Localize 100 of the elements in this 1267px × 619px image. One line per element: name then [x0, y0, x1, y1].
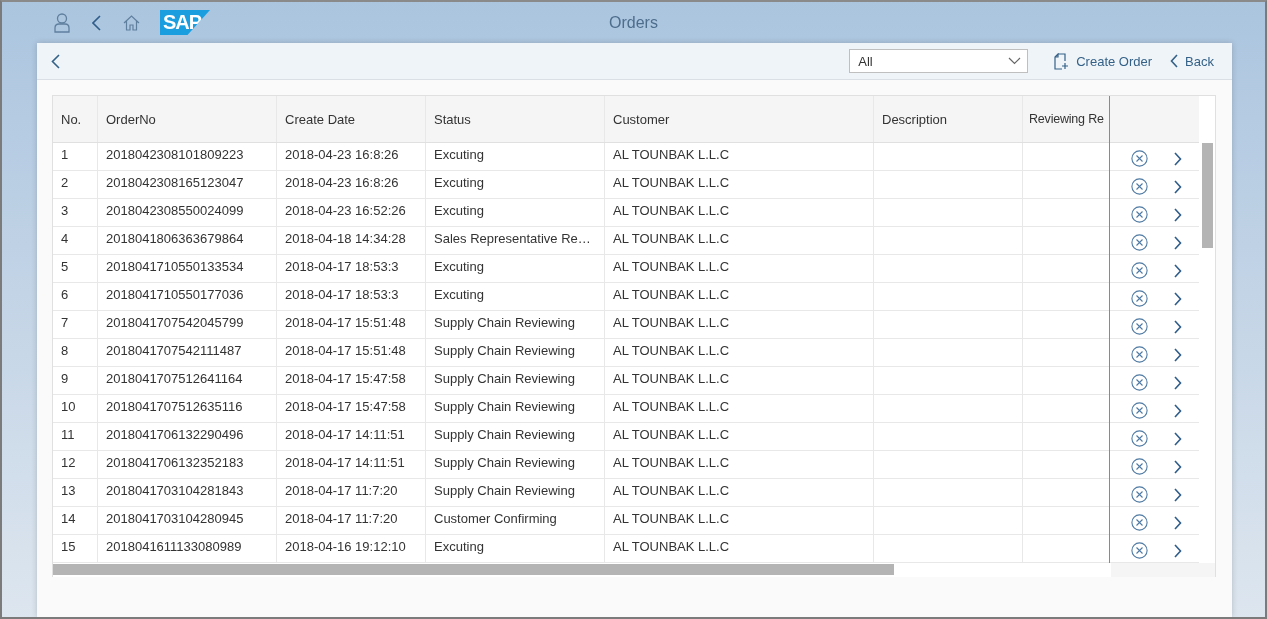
dropdown-caret-icon [1008, 57, 1022, 65]
chevron-right-icon[interactable] [1174, 263, 1182, 278]
cancel-icon[interactable] [1131, 458, 1148, 475]
table-cell: AL TOUNBAK L.L.C [613, 259, 730, 274]
table-cell: AL TOUNBAK L.L.C [613, 315, 730, 330]
table-cell: 2018042308165123047 [106, 175, 244, 190]
cancel-icon[interactable] [1131, 262, 1148, 279]
table-cell: AL TOUNBAK L.L.C [613, 147, 730, 162]
cancel-icon[interactable] [1131, 514, 1148, 531]
chevron-right-icon[interactable] [1174, 515, 1182, 530]
table-cell: 2018041703104280945 [106, 511, 244, 526]
table-cell: Excuting [434, 539, 484, 554]
table-cell: 2018-04-23 16:8:26 [285, 175, 399, 190]
table-cell: 10 [61, 399, 76, 414]
column-header: Create Date [285, 111, 356, 127]
chevron-right-icon[interactable] [1174, 151, 1182, 166]
table-cell: 4 [61, 231, 69, 246]
table-cell: 2018-04-23 16:8:26 [285, 147, 399, 162]
cancel-icon[interactable] [1131, 430, 1148, 447]
table-cell: 2018041703104281843 [106, 483, 244, 498]
cancel-icon[interactable] [1131, 346, 1148, 363]
table-cell: Excuting [434, 259, 484, 274]
back-icon[interactable] [92, 14, 101, 31]
table-cell: 3 [61, 203, 69, 218]
chevron-right-icon[interactable] [1174, 347, 1182, 362]
table-cell: 2018-04-17 14:11:51 [285, 427, 405, 442]
table-cell: 13 [61, 483, 76, 498]
table-cell: 15 [61, 539, 76, 554]
chevron-right-icon[interactable] [1174, 235, 1182, 250]
nav-back-icon[interactable] [51, 53, 60, 69]
cancel-icon[interactable] [1131, 234, 1148, 251]
table-cell: Supply Chain Reviewing [434, 399, 575, 414]
chevron-right-icon[interactable] [1174, 291, 1182, 306]
chevron-right-icon[interactable] [1174, 487, 1182, 502]
table-cell: 2018-04-17 11:7:20 [285, 511, 398, 526]
filter-dropdown[interactable]: All [849, 49, 1029, 73]
create-order-button[interactable]: Create Order [1048, 48, 1159, 74]
table-cell: AL TOUNBAK L.L.C [613, 399, 730, 414]
chevron-right-icon[interactable] [1174, 543, 1182, 558]
table-cell: Supply Chain Reviewing [434, 371, 575, 386]
cancel-icon[interactable] [1131, 150, 1148, 167]
table-cell: AL TOUNBAK L.L.C [613, 175, 730, 190]
new-document-icon [1054, 52, 1070, 70]
chevron-right-icon[interactable] [1174, 207, 1182, 222]
chevron-right-icon[interactable] [1174, 375, 1182, 390]
table-cell: 2018-04-23 16:52:26 [285, 203, 406, 218]
table-cell: AL TOUNBAK L.L.C [613, 203, 730, 218]
table-cell: 11 [61, 427, 75, 442]
column-header: OrderNo [106, 111, 156, 127]
table-cell: AL TOUNBAK L.L.C [613, 231, 730, 246]
table-cell: AL TOUNBAK L.L.C [613, 511, 730, 526]
chevron-right-icon[interactable] [1174, 431, 1182, 446]
table-cell: 2018042308550024099 [106, 203, 244, 218]
cancel-icon[interactable] [1131, 290, 1148, 307]
table-cell: 2018041611133080989 [106, 539, 242, 554]
table-cell: 2018041706132352183 [106, 455, 244, 470]
cancel-icon[interactable] [1131, 206, 1148, 223]
table-cell: Supply Chain Reviewing [434, 343, 575, 358]
table-cell: 2018041706132290496 [106, 427, 244, 442]
table-cell: 2018-04-17 18:53:3 [285, 287, 399, 302]
table-cell: 2018-04-17 11:7:20 [285, 483, 398, 498]
table-cell: 2018-04-17 14:11:51 [285, 455, 405, 470]
home-icon[interactable] [123, 14, 140, 31]
table-cell: AL TOUNBAK L.L.C [613, 371, 730, 386]
table-cell: 2018041707542045799 [106, 315, 244, 330]
table-cell: 12 [61, 455, 76, 470]
table-cell: Customer Confirming [434, 511, 557, 526]
table-cell: AL TOUNBAK L.L.C [613, 287, 730, 302]
table-cell: Excuting [434, 147, 484, 162]
table-cell: 2018-04-17 18:53:3 [285, 259, 399, 274]
table-cell: Excuting [434, 203, 484, 218]
chevron-right-icon[interactable] [1174, 459, 1182, 474]
chevron-right-icon[interactable] [1174, 319, 1182, 334]
cancel-icon[interactable] [1131, 402, 1148, 419]
caret-left-icon [1170, 54, 1179, 68]
chevron-right-icon[interactable] [1174, 403, 1182, 418]
column-header: Description [882, 111, 948, 127]
table-cell: 8 [61, 343, 69, 358]
cancel-icon[interactable] [1131, 486, 1148, 503]
cancel-icon[interactable] [1131, 374, 1148, 391]
cancel-icon[interactable] [1131, 542, 1148, 559]
cancel-icon[interactable] [1131, 178, 1148, 195]
table-cell: 2018041710550133534 [106, 259, 244, 274]
table-cell: Supply Chain Reviewing [434, 315, 575, 330]
page-title: Orders [609, 13, 658, 32]
table-cell: 2018041707542111487 [106, 343, 242, 358]
table-cell: Sales Representative Re… [434, 231, 591, 246]
table-cell: 2018-04-17 15:47:58 [285, 399, 406, 414]
column-header: Customer [613, 111, 670, 127]
table-cell: 2 [61, 175, 69, 190]
table-cell: Excuting [434, 175, 484, 190]
table-cell: 2018041710550177036 [106, 287, 244, 302]
back-button[interactable]: Back [1164, 48, 1220, 74]
chevron-right-icon[interactable] [1174, 179, 1182, 194]
column-header: Status [434, 111, 471, 127]
table-cell: AL TOUNBAK L.L.C [613, 343, 730, 358]
horizontal-scrollbar[interactable] [53, 563, 1111, 577]
cancel-icon[interactable] [1131, 318, 1148, 335]
user-icon[interactable] [54, 12, 70, 33]
table-cell: 14 [61, 511, 76, 526]
